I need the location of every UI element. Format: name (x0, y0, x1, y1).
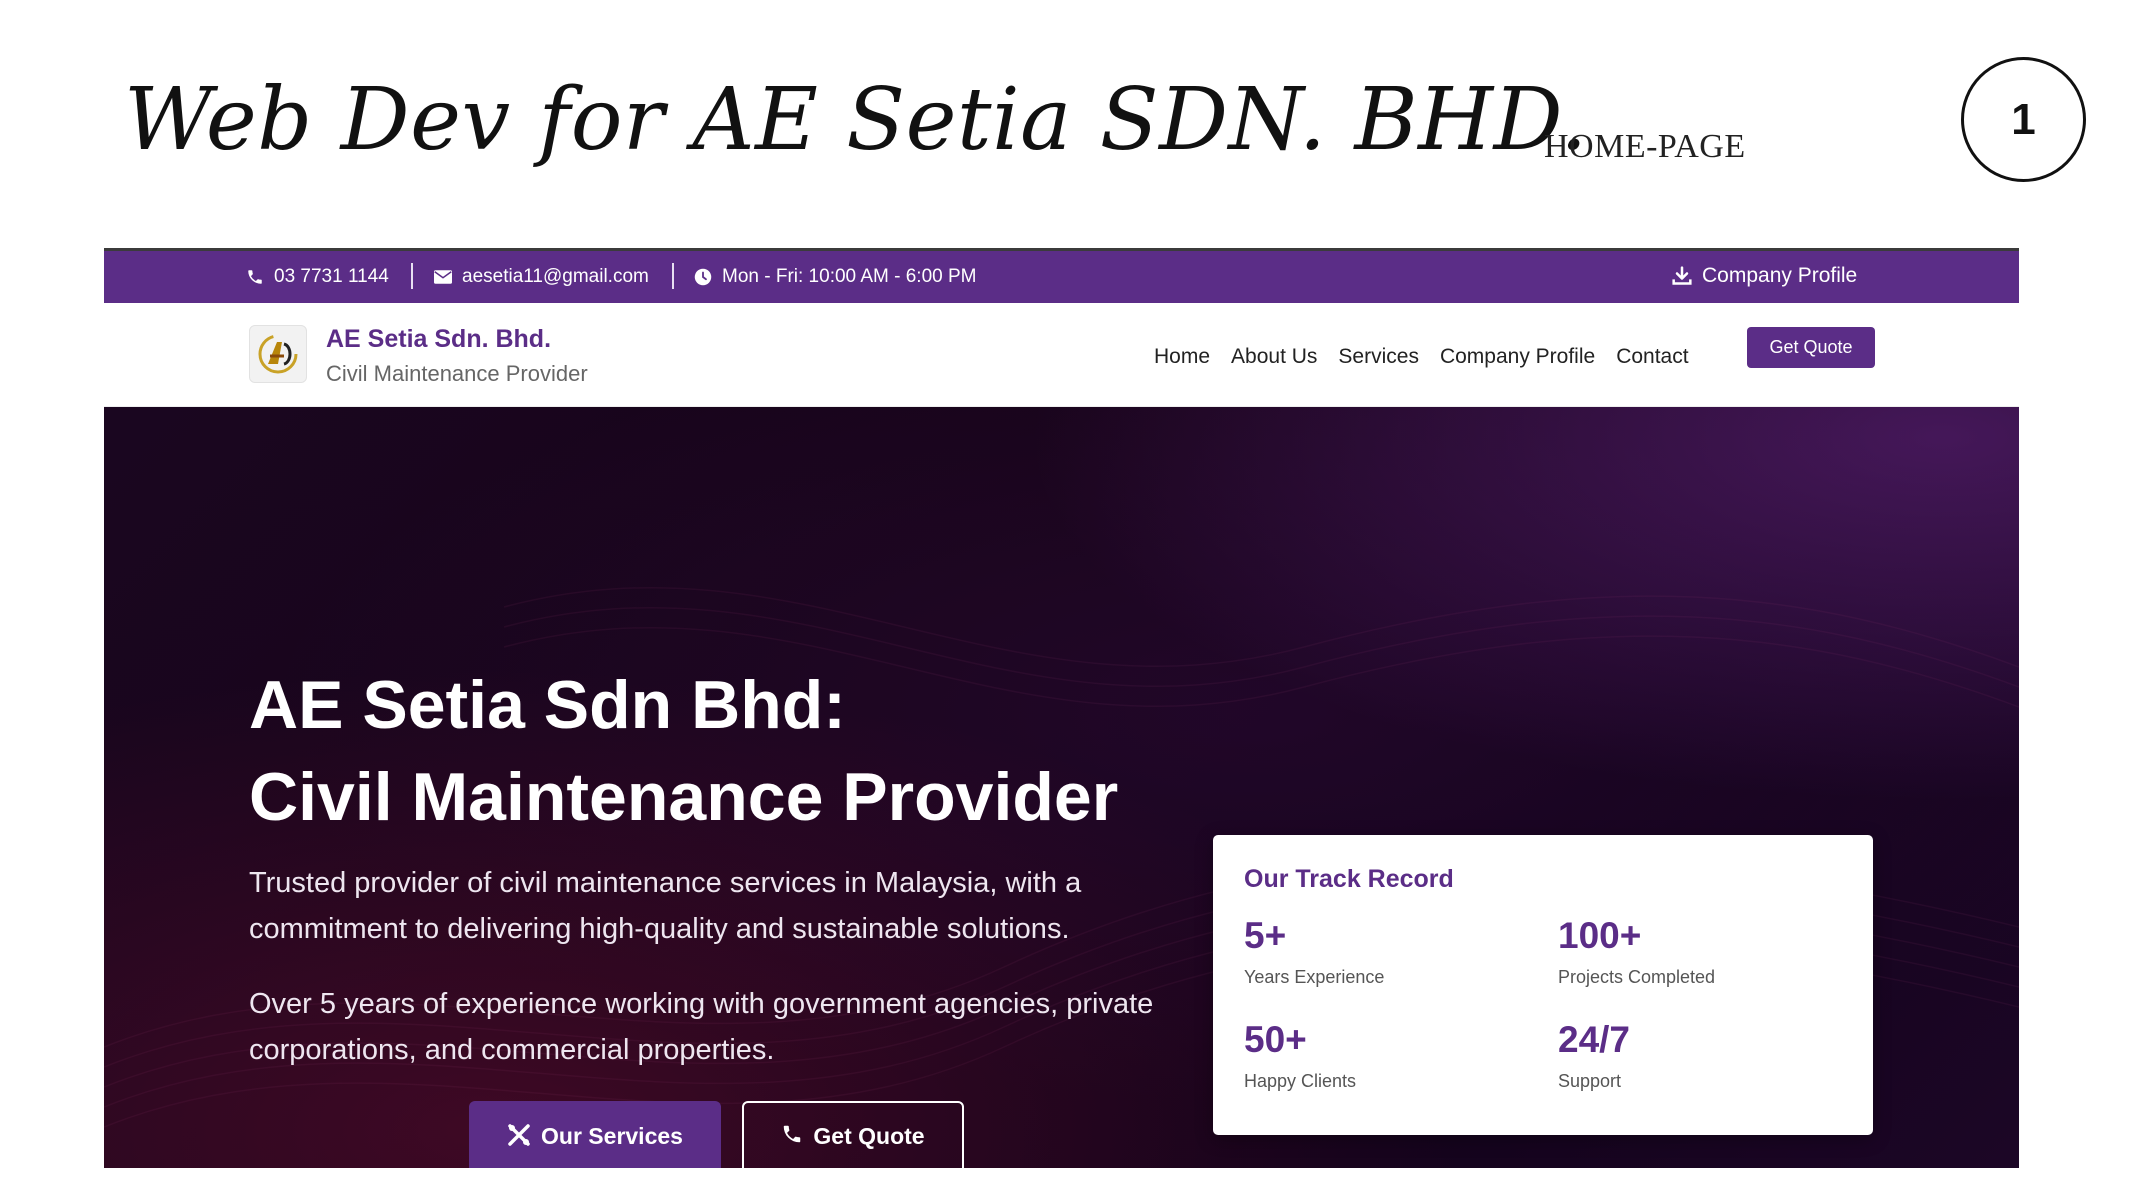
page-number-badge: 1 (1961, 57, 2086, 182)
stat-label: Happy Clients (1244, 1071, 1357, 1091)
divider (672, 263, 674, 289)
hero-heading-line1: AE Setia Sdn Bhd: (249, 667, 846, 743)
nav-link-home[interactable]: Home (1154, 345, 1210, 369)
nav-link-about-us[interactable]: About Us (1231, 345, 1317, 369)
track-record-title: Our Track Record (1244, 865, 1454, 893)
phone-icon (246, 268, 264, 286)
hero-heading: AE Setia Sdn Bhd: Civil Maintenance Prov… (249, 659, 1118, 843)
stat-value: 100+ (1558, 915, 1642, 956)
page-number: 1 (2011, 94, 2036, 144)
stat-value: 50+ (1244, 1019, 1307, 1060)
nav-link-company-profile[interactable]: Company Profile (1440, 345, 1595, 369)
presentation-slide: Web Dev for AE Setia SDN. BHD. HOME-PAGE… (0, 0, 2135, 1200)
slide-title: Web Dev for AE Setia SDN. BHD. (124, 70, 1588, 170)
clock-icon (694, 268, 712, 286)
stat-value: 5+ (1244, 915, 1287, 956)
stat-label: Projects Completed (1558, 967, 1716, 987)
company-profile-label: Company Profile (1702, 264, 1858, 287)
get-quote-label: Get Quote (813, 1123, 925, 1149)
brand-name[interactable]: AE Setia Sdn. Bhd. (326, 325, 551, 354)
stat-label: Years Experience (1244, 967, 1385, 987)
website-screenshot: 03 7731 1144 aesetia11@gmail.com Mon - F… (104, 248, 2019, 1168)
track-record-card: Our Track Record 5+ Years Experience 100… (1213, 835, 1873, 1135)
stat-label: Support (1558, 1071, 1622, 1091)
nav-link-contact[interactable]: Contact (1616, 345, 1688, 369)
hours-text: Mon - Fri: 10:00 AM - 6:00 PM (722, 266, 977, 287)
stat-projects-completed: 100+ Projects Completed (1558, 915, 1715, 988)
ae-logo-icon (258, 334, 298, 374)
get-quote-nav-button[interactable]: Get Quote (1747, 327, 1875, 368)
company-logo[interactable] (249, 325, 307, 383)
top-contact-bar: 03 7731 1144 aesetia11@gmail.com Mon - F… (104, 248, 2019, 303)
phone-contact[interactable]: 03 7731 1144 (246, 266, 389, 288)
business-hours: Mon - Fri: 10:00 AM - 6:00 PM (694, 266, 976, 288)
our-services-button[interactable]: Our Services (469, 1101, 721, 1168)
brand-tagline: Civil Maintenance Provider (326, 361, 588, 386)
hero-experience-text: Over 5 years of experience working with … (249, 988, 1154, 1066)
envelope-icon (434, 270, 452, 284)
tools-icon (507, 1123, 531, 1147)
nav-menu: Home About Us Services Company Profile C… (1154, 345, 1689, 369)
stat-years-experience: 5+ Years Experience (1244, 915, 1384, 988)
slide-subtitle: HOME-PAGE (1544, 128, 1746, 165)
nav-link-services[interactable]: Services (1338, 345, 1419, 369)
stat-support: 24/7 Support (1558, 1019, 1630, 1092)
phone-number: 03 7731 1144 (274, 266, 389, 287)
divider (411, 263, 413, 289)
download-icon (1672, 266, 1692, 286)
hero-heading-line2: Civil Maintenance Provider (249, 759, 1119, 835)
stat-value: 24/7 (1558, 1019, 1631, 1060)
hero-description: Trusted provider of civil maintenance se… (249, 867, 1082, 945)
phone-icon (781, 1123, 803, 1145)
our-services-label: Our Services (541, 1123, 683, 1149)
hero-section: AE Setia Sdn Bhd: Civil Maintenance Prov… (104, 407, 2019, 1168)
main-navbar: AE Setia Sdn. Bhd. Civil Maintenance Pro… (104, 303, 2019, 407)
email-address: aesetia11@gmail.com (462, 266, 649, 287)
company-profile-download[interactable]: Company Profile (1672, 264, 1857, 288)
get-quote-hero-button[interactable]: Get Quote (742, 1101, 964, 1168)
email-contact[interactable]: aesetia11@gmail.com (434, 266, 649, 288)
stat-happy-clients: 50+ Happy Clients (1244, 1019, 1356, 1092)
